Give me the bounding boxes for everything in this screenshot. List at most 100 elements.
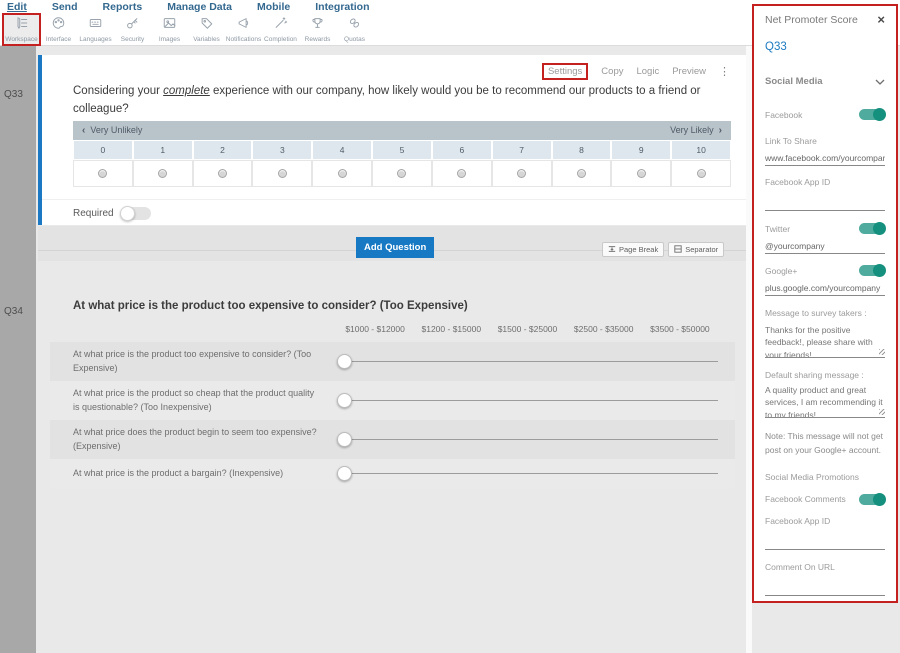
rail-label-q33: Q33 [4, 89, 23, 100]
nps-number: 3 [252, 140, 312, 160]
google-plus-toggle[interactable] [859, 265, 885, 276]
nps-number: 5 [372, 140, 432, 160]
close-icon[interactable]: × [877, 15, 885, 25]
section-label: Social Media [765, 76, 823, 87]
logic-button[interactable]: Logic [636, 66, 659, 77]
comment-on-url-label: Comment On URL [765, 562, 885, 572]
chain-links-icon [347, 16, 362, 35]
message-to-takers-label: Message to survey takers : [765, 308, 885, 318]
scale-right-label: Very Likely [670, 125, 714, 135]
nps-radio-8[interactable] [552, 160, 612, 187]
required-toggle[interactable] [121, 207, 151, 220]
q34-column: $2500 - $35000 [566, 324, 642, 334]
nps-number: 6 [432, 140, 492, 160]
tool-quotas[interactable]: Quotas [336, 14, 373, 45]
nps-radio-7[interactable] [492, 160, 552, 187]
settings-button[interactable]: Settings [542, 63, 588, 80]
menu-edit[interactable]: Edit [7, 1, 27, 13]
panel-title: Net Promoter Score [765, 14, 858, 26]
tool-label: Security [121, 36, 144, 43]
nps-radio-4[interactable] [312, 160, 372, 187]
twitter-toggle[interactable] [859, 223, 885, 234]
google-plus-row: Google+ [765, 265, 885, 276]
tool-variables[interactable]: Variables [188, 14, 225, 45]
nps-number: 2 [193, 140, 253, 160]
nps-number: 0 [73, 140, 133, 160]
facebook-app-id-input[interactable] [765, 187, 885, 211]
tool-interface[interactable]: Interface [40, 14, 77, 45]
link-to-share-label: Link To Share [765, 136, 885, 146]
tool-label: Quotas [344, 36, 365, 43]
facebook-row: Facebook [765, 109, 885, 120]
nps-radio-10[interactable] [671, 160, 731, 187]
facebook-comments-row: Facebook Comments [765, 494, 885, 505]
message-to-takers-field: Thanks for the positive feedback!, pleas… [765, 324, 885, 358]
add-question-button[interactable]: Add Question [356, 237, 434, 258]
tool-notifications[interactable]: Notifications [225, 14, 262, 45]
tool-workspace[interactable]: Workspace [3, 14, 40, 45]
facebook-toggle[interactable] [859, 109, 885, 120]
menu-send[interactable]: Send [52, 1, 78, 13]
nps-number: 8 [552, 140, 612, 160]
nps-radio-1[interactable] [133, 160, 193, 187]
tool-completion[interactable]: Completion [262, 14, 299, 45]
menu-integration[interactable]: Integration [315, 1, 369, 13]
chevron-down-icon [875, 72, 885, 90]
nps-scale: ‹ Very Unlikely Very Likely › 0 1 2 3 4 … [73, 121, 731, 187]
nps-radio-2[interactable] [193, 160, 253, 187]
default-sharing-textarea[interactable]: A quality product and great services, I … [765, 384, 885, 418]
separator-icon [674, 245, 682, 255]
trophy-icon [310, 16, 325, 35]
message-to-takers-textarea[interactable]: Thanks for the positive feedback!, pleas… [765, 324, 885, 358]
tool-images[interactable]: Images [151, 14, 188, 45]
megaphone-icon [236, 16, 251, 35]
slider-inexpensive[interactable] [337, 465, 718, 483]
resize-grip-icon[interactable] [879, 349, 885, 355]
comment-on-url-input[interactable] [765, 572, 885, 596]
facebook-comments-toggle[interactable] [859, 494, 885, 505]
nps-number: 4 [312, 140, 372, 160]
twitter-handle-input[interactable] [765, 238, 885, 254]
link-to-share-input[interactable] [765, 150, 885, 166]
magic-wand-icon [273, 16, 288, 35]
page-break-button[interactable]: Page Break [602, 242, 664, 257]
chevron-left-icon[interactable]: ‹ [82, 125, 85, 136]
q34-row-too-inexpensive: At what price is the product so cheap th… [50, 381, 735, 420]
separator-button[interactable]: Separator [668, 242, 724, 257]
page-break-icon [608, 245, 616, 255]
slider-expensive[interactable] [337, 431, 718, 449]
settings-panel: Net Promoter Score × Q33 Social Media Fa… [752, 4, 898, 603]
nps-radio-3[interactable] [252, 160, 312, 187]
tool-rewards[interactable]: Rewards [299, 14, 336, 45]
nps-radio-6[interactable] [432, 160, 492, 187]
slider-too-expensive[interactable] [337, 353, 718, 371]
menu-reports[interactable]: Reports [103, 1, 143, 13]
copy-button[interactable]: Copy [601, 66, 623, 77]
twitter-label: Twitter [765, 224, 790, 234]
menu-manage-data[interactable]: Manage Data [167, 1, 232, 13]
facebook-app-id2-input[interactable] [765, 526, 885, 550]
tool-languages[interactable]: Languages [77, 14, 114, 45]
question-actions: Settings Copy Logic Preview ⋮ [542, 63, 730, 80]
scale-left-label: Very Unlikely [90, 125, 142, 135]
nps-radio-0[interactable] [73, 160, 133, 187]
chevron-right-icon[interactable]: › [719, 125, 722, 136]
social-media-section-header[interactable]: Social Media [765, 72, 885, 90]
q34-row-inexpensive: At what price is the product a bargain? … [50, 459, 735, 489]
row-label: At what price does the product begin to … [73, 426, 337, 453]
row-label: At what price is the product so cheap th… [73, 387, 337, 414]
q34-question-text: At what price is the product too expensi… [73, 300, 468, 312]
slider-too-inexpensive[interactable] [337, 392, 718, 410]
preview-button[interactable]: Preview [672, 66, 706, 77]
google-plus-url-input[interactable] [765, 280, 885, 296]
default-sharing-label: Default sharing message : [765, 370, 885, 380]
resize-grip-icon[interactable] [879, 409, 885, 415]
tool-label: Workspace [5, 36, 37, 43]
menu-mobile[interactable]: Mobile [257, 1, 290, 13]
nps-radio-9[interactable] [611, 160, 671, 187]
tool-security[interactable]: Security [114, 14, 151, 45]
nps-radio-5[interactable] [372, 160, 432, 187]
more-options-icon[interactable]: ⋮ [719, 65, 730, 78]
tool-label: Completion [264, 36, 297, 43]
facebook-app-id-label: Facebook App ID [765, 177, 885, 187]
